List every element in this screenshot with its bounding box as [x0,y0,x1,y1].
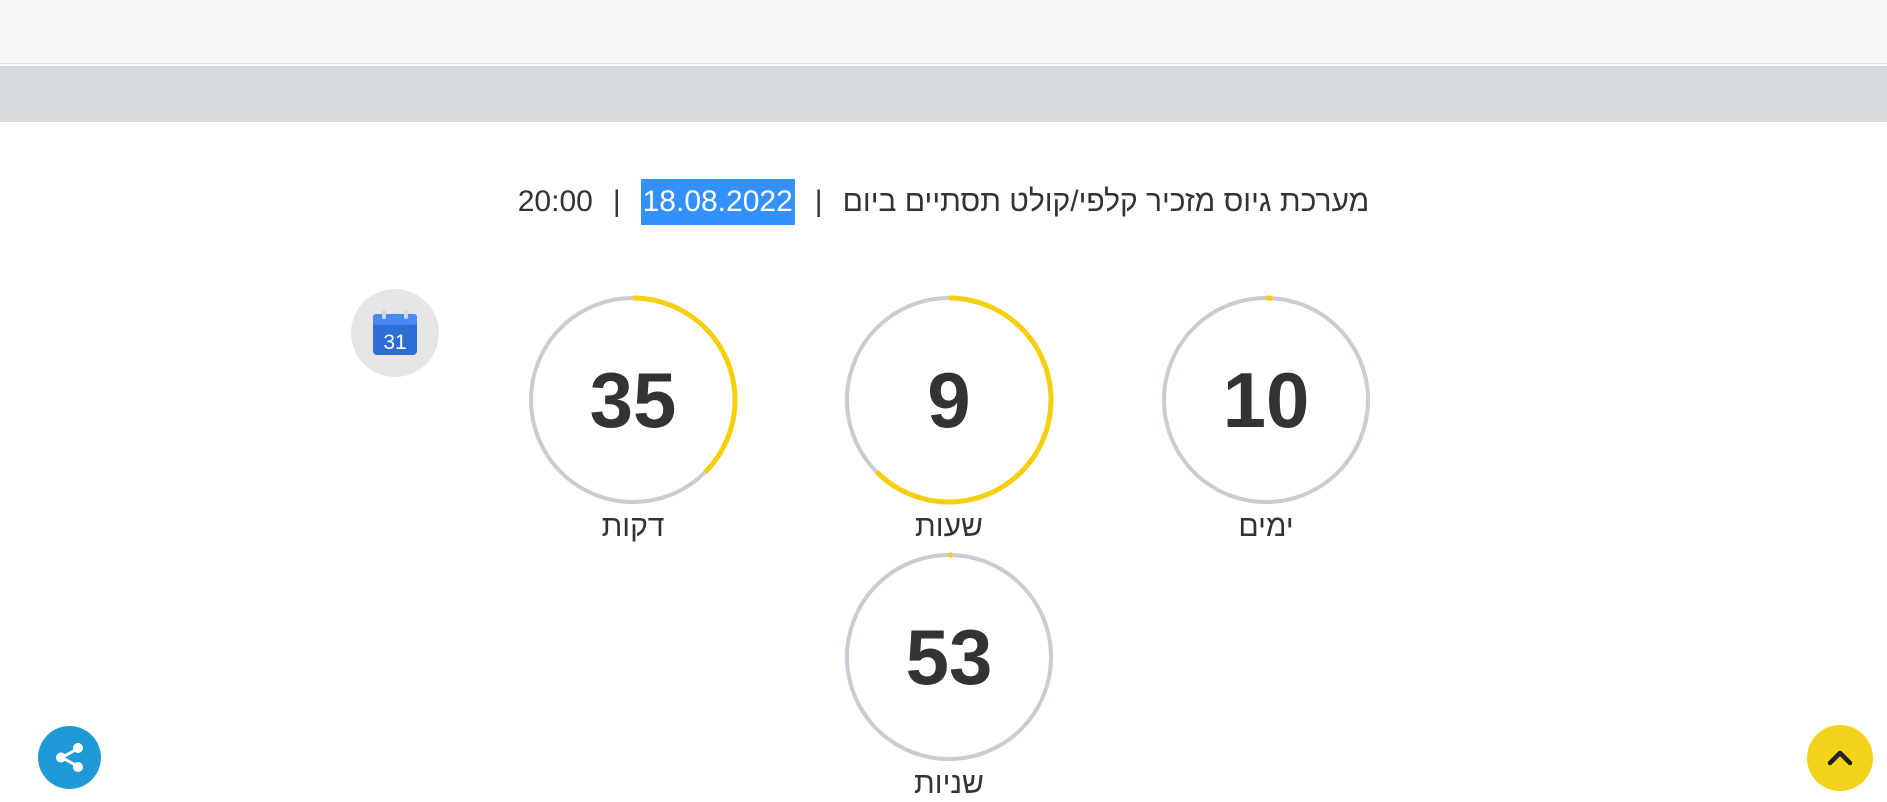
secondary-nav-bar [0,66,1887,122]
countdown-hours: 9 שעות [839,293,1059,545]
scroll-to-top-button[interactable] [1807,725,1873,791]
event-title: מערכת גיוס מזכיר קלפי/קולט תסתיים ביום [842,185,1370,219]
share-button[interactable] [38,726,101,789]
countdown-minutes: 35 דקות [523,293,743,545]
countdown-days: 10 ימים [1156,293,1376,545]
minutes-label: דקות [601,510,665,543]
minutes-value: 35 [589,356,677,444]
top-header-bar [0,0,1887,64]
days-label: ימים [1238,510,1294,543]
countdown-seconds: 53 שניות [839,550,1059,802]
event-time: 20:00 [517,185,593,219]
seconds-label: שניות [914,767,984,800]
event-date[interactable]: 18.08.2022 [640,179,795,226]
share-icon [56,743,83,772]
separator: | [814,185,823,219]
days-value: 10 [1222,356,1310,444]
add-to-calendar-button[interactable]: 31 [351,289,439,377]
event-headline: 20:00 | 18.08.2022 | מערכת גיוס מזכיר קלפי/ק… [0,178,1887,226]
hours-label: שעות [915,510,983,543]
separator: | [612,185,621,219]
google-calendar-icon: 31 [373,310,417,355]
seconds-value: 53 [905,613,993,701]
hours-value: 9 [927,356,971,444]
calendar-day-number: 31 [383,331,406,354]
chevron-up-icon [1827,750,1853,766]
